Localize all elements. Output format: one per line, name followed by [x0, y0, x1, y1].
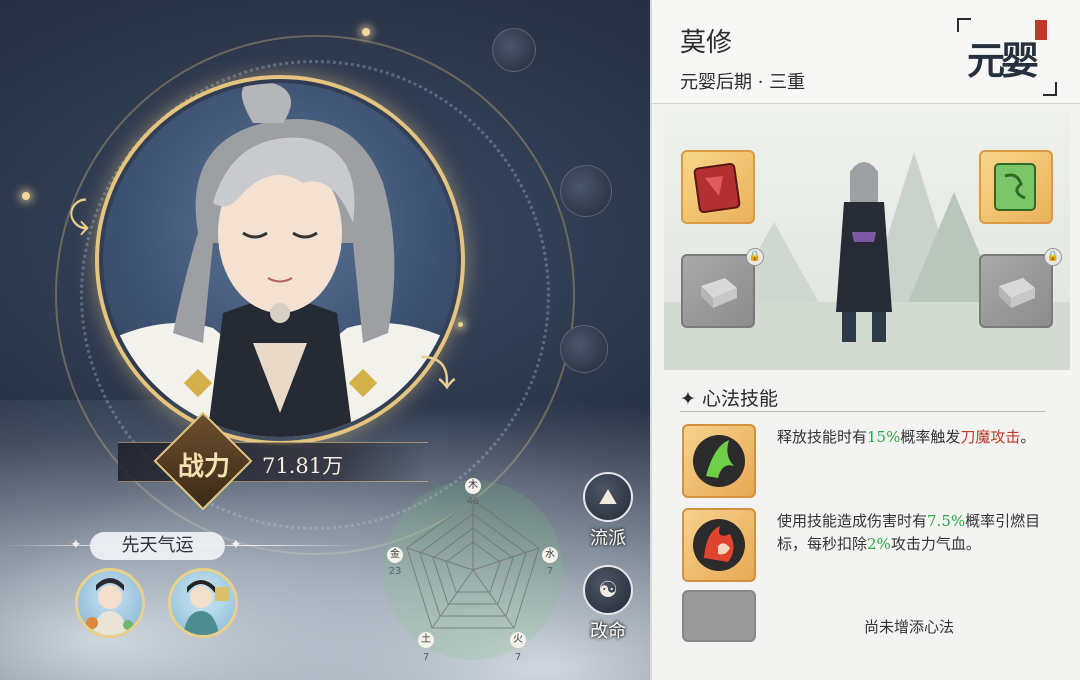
star-sparkle	[362, 28, 370, 36]
skill-text: 概率触发	[900, 428, 961, 446]
skill-description: 释放技能时有15%概率触发刀魔攻击。	[777, 426, 1047, 449]
element-fire-value: 7	[514, 652, 522, 663]
fire-fist-icon	[693, 519, 745, 571]
skill-text: 攻击力气血。	[890, 535, 981, 553]
element-earth-label: 土	[418, 632, 434, 648]
change-fate-button[interactable]: ☯ 改命	[580, 565, 636, 643]
equip-slot-locked[interactable]	[681, 254, 755, 328]
sparkle-icon: ✦	[230, 537, 242, 553]
fortune-avatar[interactable]	[75, 568, 145, 638]
equip-slot-book-red[interactable]	[681, 150, 755, 224]
stone-block-icon	[701, 278, 737, 308]
character-scene: ⤹ ⤵ 战力 71.81万 ✦ ✦ 先天气运 木 46 水 7 火 7 土 7 …	[0, 0, 650, 680]
skill-text: 使用技能造成伤害时有	[777, 512, 928, 530]
equip-slot-book-green[interactable]	[979, 150, 1053, 224]
fortune-avatar-art	[86, 578, 133, 635]
skill-fire-fist-icon	[682, 508, 756, 582]
skill-text: 释放技能时有	[777, 428, 868, 446]
realm-badge: 元婴	[957, 18, 1057, 96]
section-divider	[680, 411, 1046, 412]
mind-skills-title: ✦ 心法技能	[680, 384, 778, 411]
stone-block-icon	[999, 278, 1035, 308]
cultivation-rank: 元婴后期 · 三重	[680, 72, 806, 93]
bracket-corner	[1043, 82, 1057, 96]
element-earth-value: 7	[422, 652, 430, 663]
wolf-blade-icon	[693, 435, 745, 487]
skill-text: 。	[1020, 428, 1036, 446]
star-sparkle	[22, 192, 30, 200]
school-button[interactable]: ⛰ 流派	[580, 472, 636, 550]
realm-badge-text: 元婴	[967, 38, 1039, 83]
element-wood-value: 46	[466, 496, 480, 507]
character-info-panel: 莫修 元婴后期 · 三重 元婴 🔒 🔒 ✦ 心法技能 释放技能时有15%概率触发…	[650, 0, 1080, 680]
character-name: 莫修	[680, 28, 733, 58]
empty-skill-text: 尚未增添心法	[864, 618, 955, 636]
seal-stamp-icon	[1035, 20, 1047, 40]
change-fate-label: 改命	[590, 621, 626, 642]
sparkle-icon: ✦	[70, 537, 82, 553]
skill-highlight: 15%	[867, 428, 901, 446]
panel-header: 莫修 元婴后期 · 三重 元婴	[652, 0, 1080, 104]
element-metal-label: 金	[387, 547, 403, 563]
moon-orb	[560, 325, 608, 373]
swirl-ornament-icon: ⤹	[68, 195, 90, 236]
star-sparkle	[458, 322, 463, 327]
flame-icon: ☯	[583, 565, 633, 615]
school-icon: ⛰	[583, 472, 633, 522]
fortune-avatar[interactable]	[168, 568, 238, 638]
equipment-showcase: 🔒 🔒	[664, 112, 1070, 370]
skill-highlight: 2%	[867, 535, 891, 553]
element-metal-value: 23	[388, 566, 402, 577]
lock-icon: 🔒	[1044, 248, 1062, 266]
moon-orb	[560, 165, 612, 217]
fortune-avatar-art	[183, 580, 229, 635]
element-water-label: 水	[542, 547, 558, 563]
green-book-icon	[994, 163, 1036, 211]
element-wood-label: 木	[465, 478, 481, 494]
combat-power-label: 战力	[177, 452, 230, 482]
red-book-icon	[693, 162, 741, 214]
five-elements-radar: 木 46 水 7 火 7 土 7 金 23	[378, 470, 568, 670]
empty-skill-slot	[682, 590, 756, 642]
innate-fortune-title: 先天气运	[90, 532, 225, 560]
skill-description: 使用技能造成伤害时有7.5%概率引燃目标，每秒扣除2%攻击力气血。	[777, 510, 1047, 556]
combat-power-value: 71.81万	[262, 454, 344, 478]
character-portrait	[103, 83, 457, 437]
mind-skills-label: 心法技能	[701, 388, 778, 410]
swirl-ornament-icon: ⤵	[420, 354, 457, 395]
equip-slot-locked[interactable]	[979, 254, 1053, 328]
skill-wolf-icon	[682, 424, 756, 498]
moon-orb	[492, 28, 536, 72]
lock-icon: 🔒	[746, 248, 764, 266]
skill-highlight: 刀魔攻击	[960, 428, 1021, 446]
portrait-art	[103, 83, 457, 437]
element-fire-label: 火	[510, 632, 526, 648]
element-water-value: 7	[546, 566, 554, 577]
sparkle-icon: ✦	[680, 388, 696, 410]
skill-highlight: 7.5%	[927, 512, 966, 530]
school-label: 流派	[590, 528, 626, 549]
